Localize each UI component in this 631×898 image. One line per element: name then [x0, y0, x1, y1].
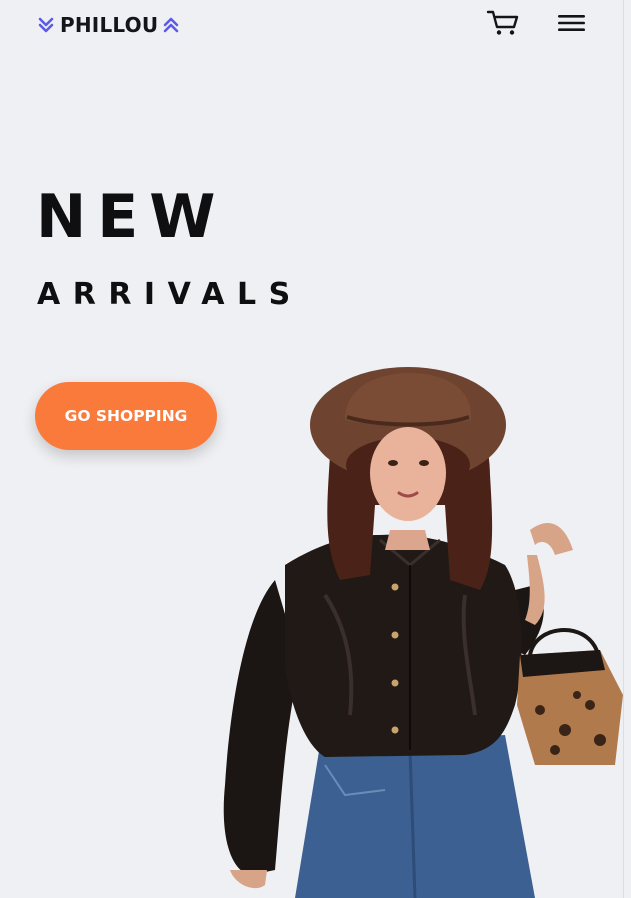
- go-shopping-button[interactable]: GO SHOPPING: [35, 382, 217, 450]
- cart-icon[interactable]: [486, 9, 520, 37]
- logo-text: PHILLOU: [60, 13, 159, 37]
- chevron-double-up-icon: [163, 17, 179, 33]
- hero-model-image: [223, 367, 623, 898]
- logo[interactable]: PHILLOU: [38, 13, 179, 37]
- site-header: PHILLOU: [0, 0, 631, 50]
- headline-arrivals: ARRIVALS: [37, 277, 303, 312]
- chevron-double-down-icon: [38, 17, 54, 33]
- hamburger-menu-icon[interactable]: [558, 12, 586, 34]
- headline-new: NEW: [36, 182, 227, 252]
